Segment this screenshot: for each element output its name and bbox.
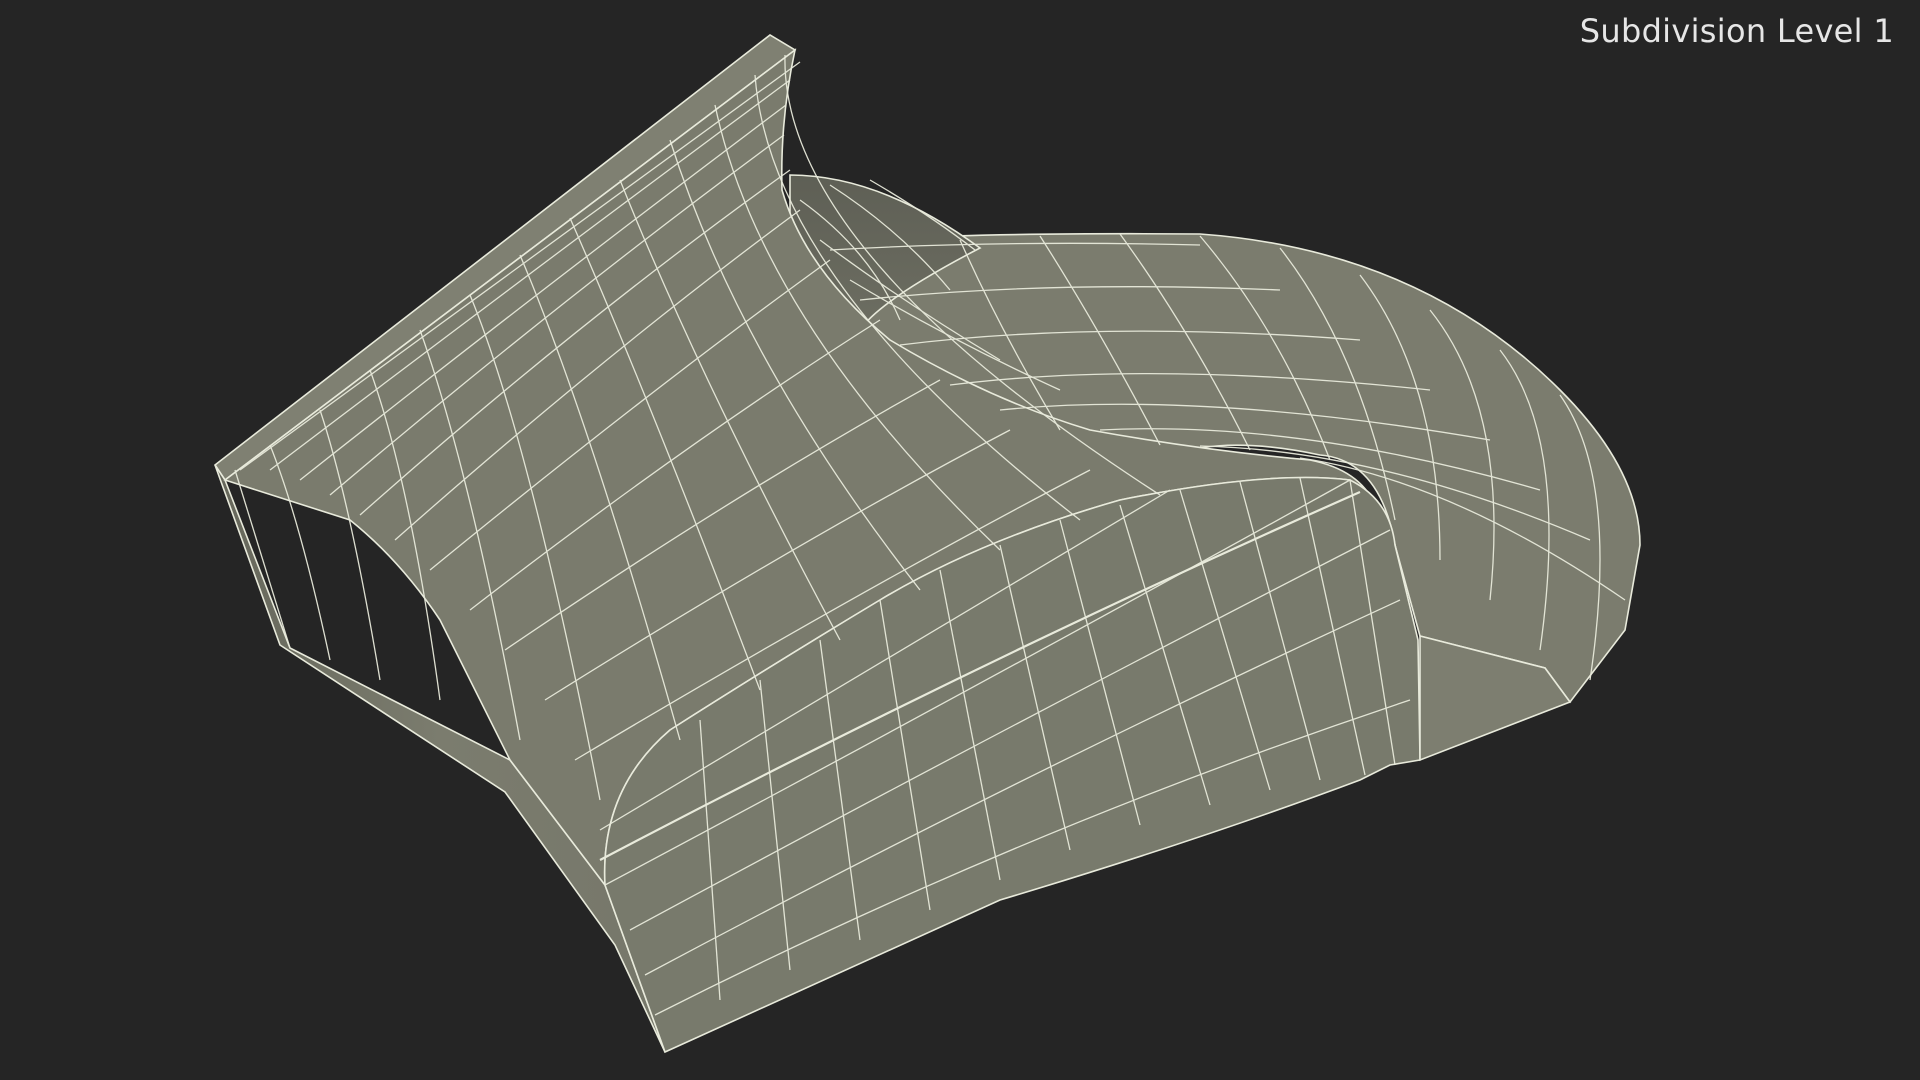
render-viewport: Subdivision Level 1	[0, 0, 1920, 1080]
wireframe-mesh-render	[213, 34, 1641, 1054]
subdivision-level-label: Subdivision Level 1	[1579, 12, 1894, 50]
